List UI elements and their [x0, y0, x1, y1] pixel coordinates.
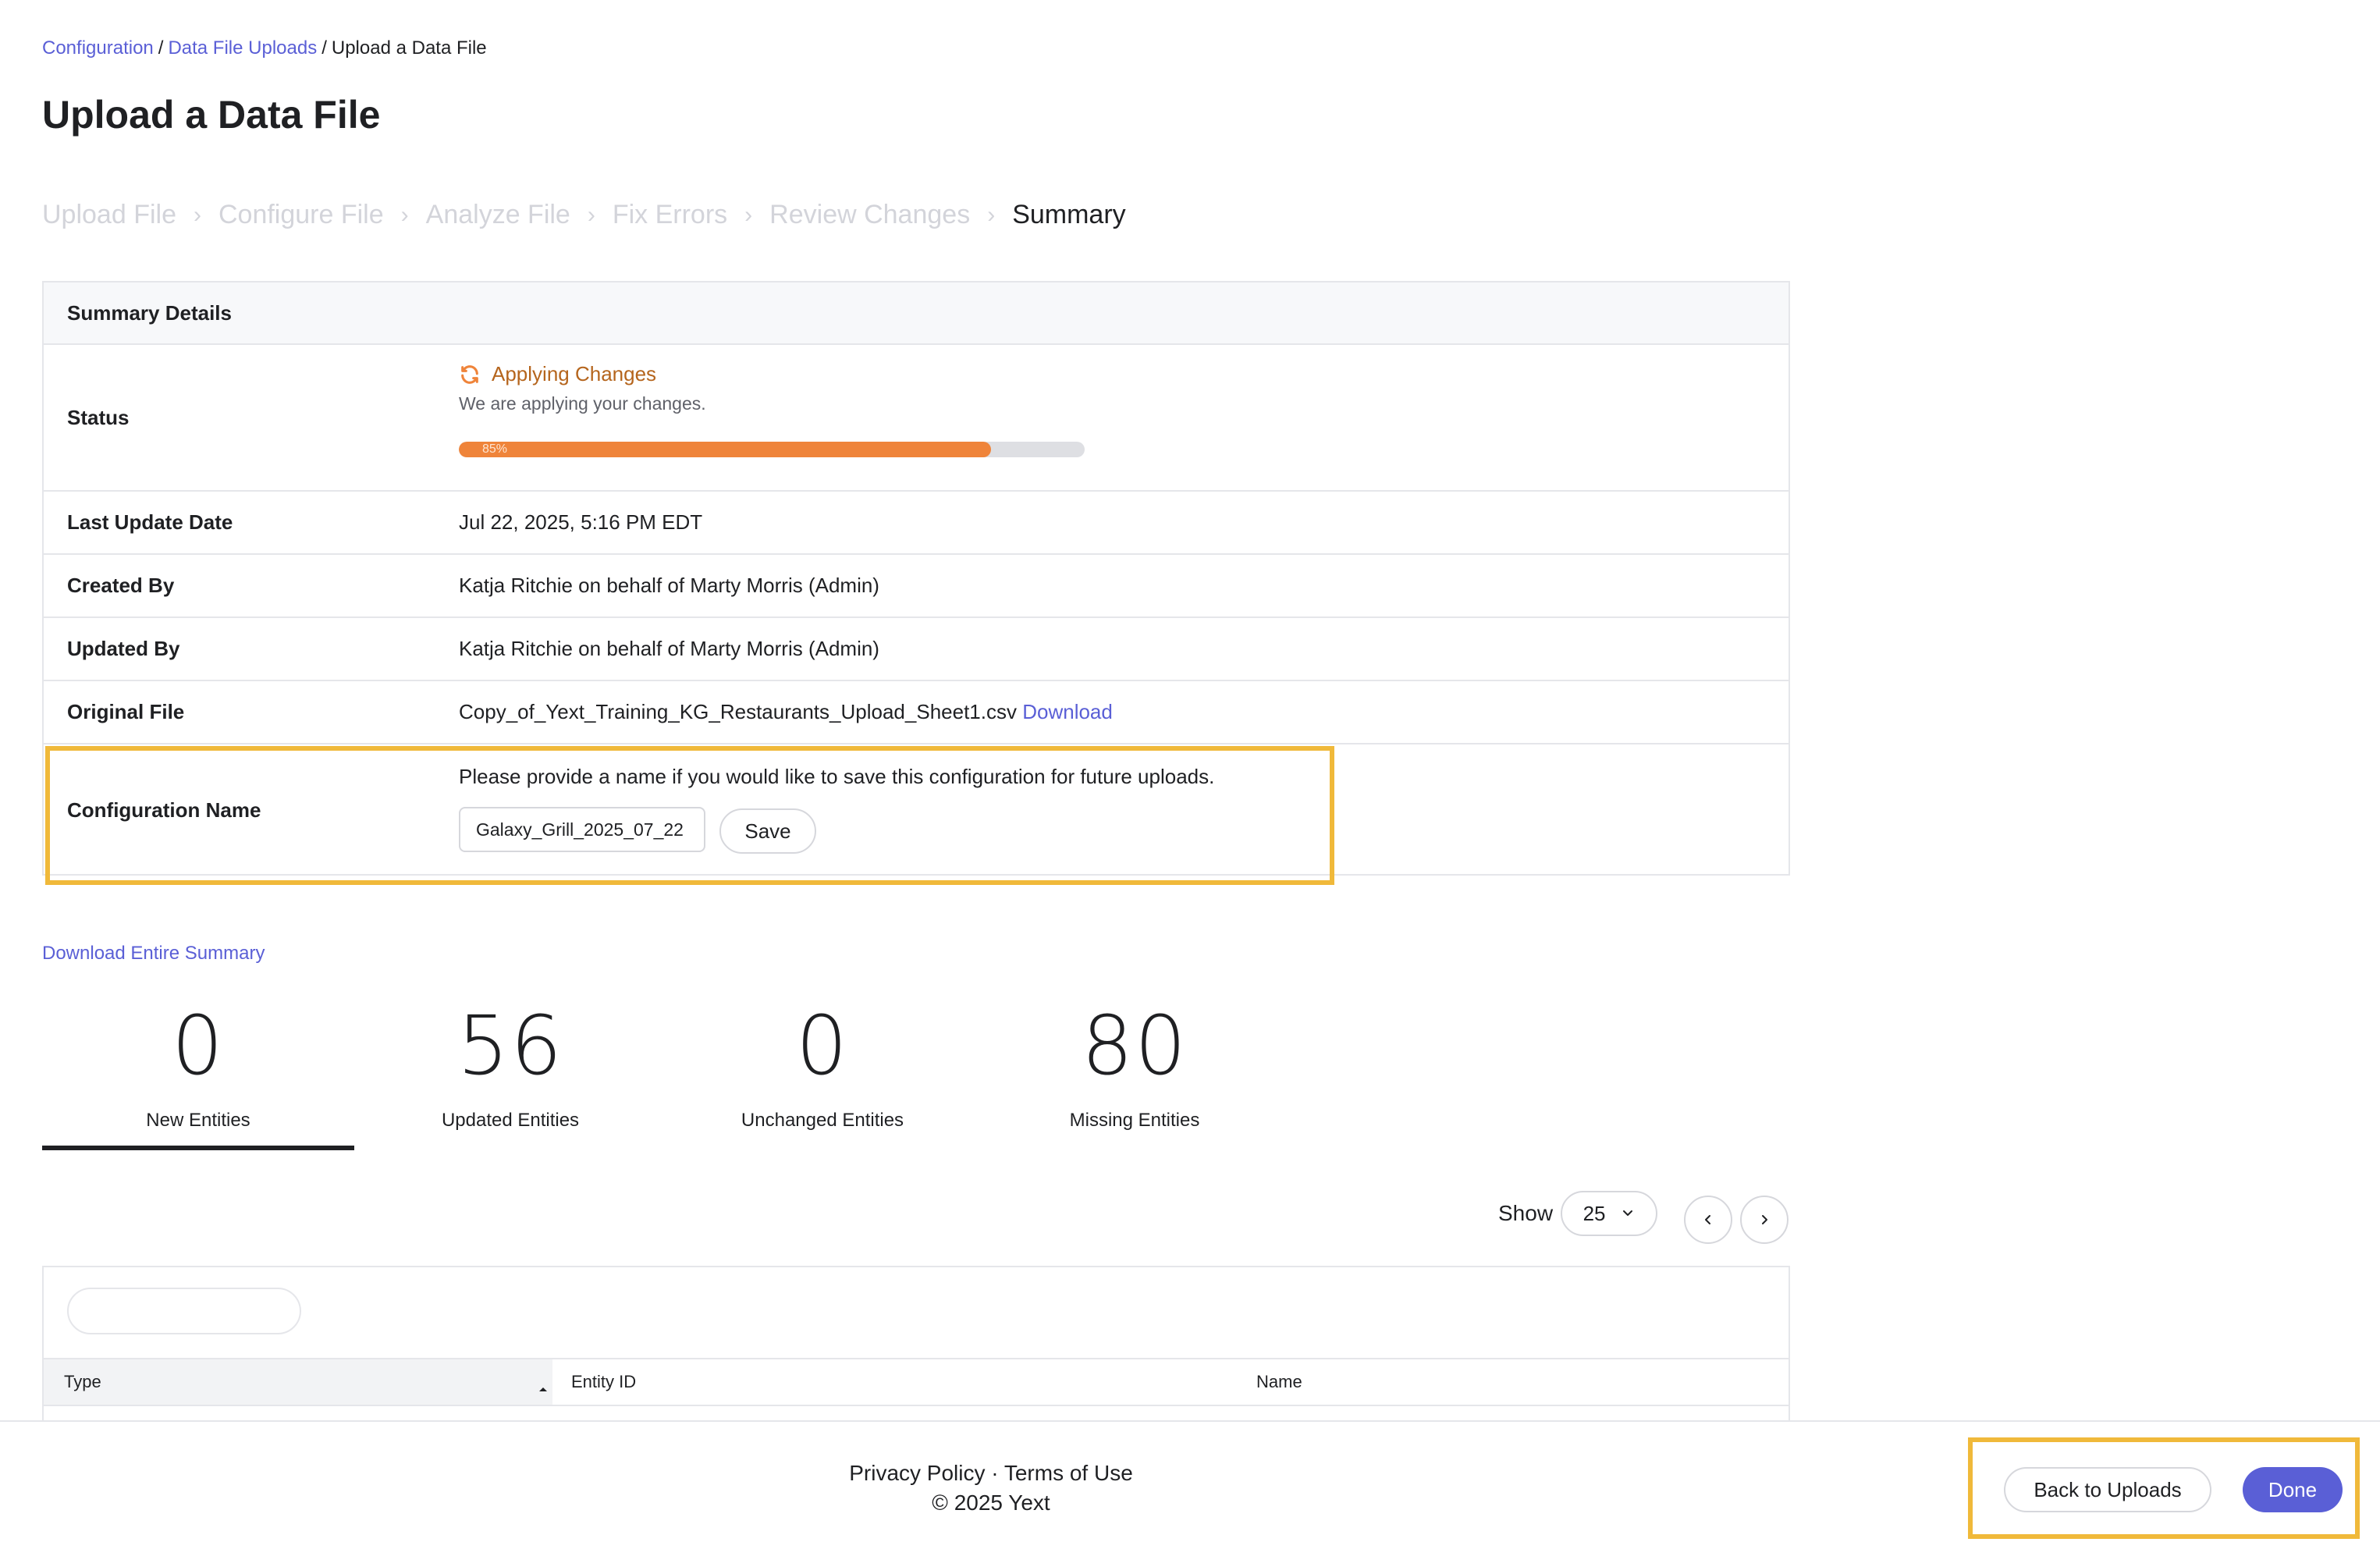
updated-by-row: Updated By Katja Ritchie on behalf of Ma… [44, 618, 1789, 681]
updated-entities-label: Updated Entities [441, 1110, 580, 1131]
page-size-select[interactable]: 25 [1561, 1191, 1658, 1236]
show-label: Show [1498, 1201, 1554, 1225]
page-title: Upload a Data File [42, 93, 381, 137]
configuration-name-help: Please provide a name if you would like … [459, 765, 1215, 788]
column-type-label: Type [64, 1372, 101, 1391]
step-summary: Summary [1012, 200, 1126, 229]
step-separator: › [587, 201, 595, 228]
chevron-down-icon [1622, 1210, 1632, 1216]
table-header: Type Entity ID Name [44, 1358, 1789, 1406]
last-update-row: Last Update Date Jul 22, 2025, 5:16 PM E… [44, 492, 1789, 555]
done-button[interactable]: Done [2243, 1467, 2343, 1512]
status-value: Applying Changes [492, 362, 657, 386]
created-by-row: Created By Katja Ritchie on behalf of Ma… [44, 555, 1789, 618]
created-by-label: Created By [67, 574, 175, 597]
breadcrumb-current: Upload a Data File [331, 37, 487, 59]
summary-details-card: Summary Details Status Applying Changes … [42, 281, 1790, 876]
configuration-name-input[interactable] [459, 807, 705, 852]
progress-bar: 85% [459, 442, 1085, 457]
updated-entities-count: 56 [456, 998, 564, 1093]
updated-by-value: Katja Ritchie on behalf of Marty Morris … [459, 637, 879, 660]
progress-text: 85% [482, 442, 508, 456]
last-update-value: Jul 22, 2025, 5:16 PM EDT [459, 510, 703, 534]
original-file-value: Copy_of_Yext_Training_KG_Restaurants_Upl… [459, 700, 1113, 724]
footer-links[interactable]: Privacy Policy · Terms of Use [843, 1461, 1139, 1486]
status-indicator: Applying Changes [459, 362, 656, 386]
unchanged-entities-label: Unchanged Entities [741, 1110, 904, 1131]
upload-stepper: Upload File › Configure File › Analyze F… [42, 200, 1126, 230]
new-entities-label: New Entities [146, 1110, 250, 1131]
configuration-name-row: Configuration Name Please provide a name… [44, 744, 1789, 876]
step-separator: › [987, 201, 996, 228]
tab-missing-entities[interactable]: 80 Missing Entities [979, 1000, 1291, 1150]
summary-details-header: Summary Details [44, 282, 1789, 345]
column-entity-id-label: Entity ID [571, 1372, 637, 1391]
step-review-changes: Review Changes [769, 200, 971, 229]
save-button[interactable]: Save [719, 808, 816, 854]
original-file-label: Original File [67, 700, 185, 723]
tab-unchanged-entities[interactable]: 0 Unchanged Entities [666, 1000, 979, 1150]
download-entire-summary-link[interactable]: Download Entire Summary [42, 943, 265, 965]
updated-by-label: Updated By [67, 637, 180, 660]
column-name-label: Name [1256, 1372, 1302, 1391]
breadcrumb-separator: / [321, 37, 327, 59]
new-entities-count: 0 [171, 998, 226, 1093]
table-search-input[interactable] [67, 1288, 301, 1334]
chevron-right-icon [1762, 1215, 1767, 1224]
breadcrumb-configuration-link[interactable]: Configuration [42, 37, 154, 59]
original-file-row: Original File Copy_of_Yext_Training_KG_R… [44, 681, 1789, 744]
step-separator: › [400, 201, 409, 228]
step-fix-errors: Fix Errors [612, 200, 728, 229]
download-file-link[interactable]: Download [1022, 700, 1113, 723]
configuration-name-label: Configuration Name [67, 798, 261, 822]
step-upload-file: Upload File [42, 200, 176, 229]
back-to-uploads-button[interactable]: Back to Uploads [2004, 1467, 2211, 1512]
page-size-value: 25 [1583, 1201, 1606, 1225]
column-header-type[interactable]: Type [44, 1359, 552, 1405]
status-subtext: We are applying your changes. [459, 393, 706, 414]
column-header-entity-id[interactable]: Entity ID [571, 1359, 636, 1405]
sync-icon [461, 364, 478, 384]
breadcrumb-separator: / [158, 37, 164, 59]
status-row: Status Applying Changes We are applying … [44, 345, 1789, 492]
missing-entities-count: 80 [1081, 998, 1188, 1093]
breadcrumb-data-file-uploads-link[interactable]: Data File Uploads [168, 37, 317, 59]
tab-updated-entities[interactable]: 56 Updated Entities [354, 1000, 666, 1150]
sort-ascending-icon [539, 1387, 547, 1391]
tab-new-entities[interactable]: 0 New Entities [42, 1000, 354, 1150]
step-analyze-file: Analyze File [425, 200, 570, 229]
step-separator: › [193, 201, 201, 228]
footer-copyright: © 2025 Yext [932, 1490, 1050, 1515]
chevron-left-icon [1705, 1215, 1710, 1224]
created-by-value: Katja Ritchie on behalf of Marty Morris … [459, 574, 879, 597]
breadcrumb: Configuration / Data File Uploads / Upload a… [42, 37, 487, 59]
progress-fill: 85% [459, 442, 991, 457]
status-label: Status [67, 405, 130, 429]
original-file-name: Copy_of_Yext_Training_KG_Restaurants_Upl… [459, 700, 1017, 723]
step-configure-file: Configure File [218, 200, 384, 229]
entity-stats-tabs: 0 New Entities 56 Updated Entities 0 Unc… [42, 1000, 1291, 1150]
last-update-label: Last Update Date [67, 510, 233, 534]
unchanged-entities-count: 0 [795, 998, 850, 1093]
next-page-button[interactable] [1740, 1196, 1789, 1244]
step-separator: › [744, 201, 753, 228]
missing-entities-label: Missing Entities [1069, 1110, 1200, 1131]
page-size-control: Show 25 [1498, 1191, 1658, 1236]
entities-table-card: Type Entity ID Name [42, 1266, 1790, 1422]
column-header-name[interactable]: Name [1256, 1359, 1302, 1405]
previous-page-button[interactable] [1684, 1196, 1732, 1244]
